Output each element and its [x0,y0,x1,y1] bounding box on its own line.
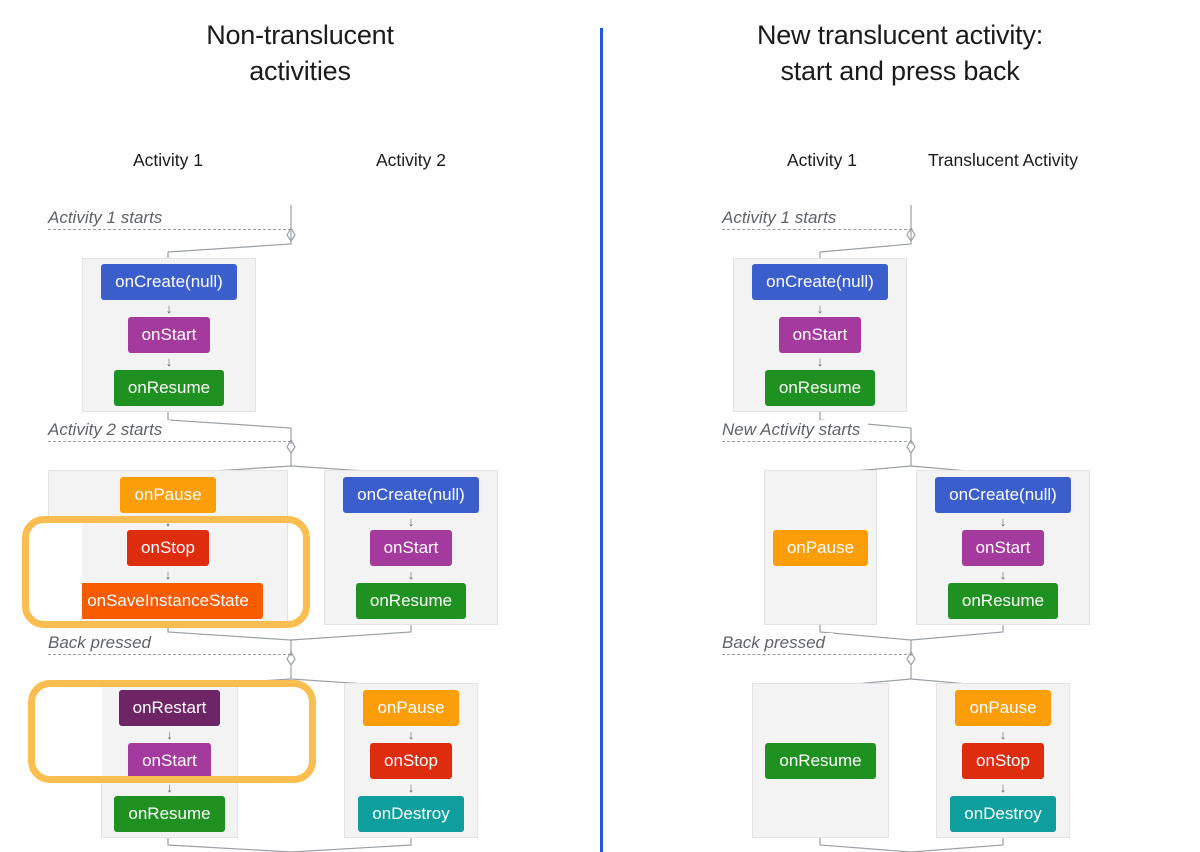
left-column-header-activity-2: Activity 2 [375,150,447,170]
right-stage1-activity1-group: onCreate(null) ↓ onStart ↓ onResume [733,258,907,412]
right-event-label-2: New Activity starts [722,420,869,440]
right-event-dash-1 [722,229,912,230]
vertical-divider [600,28,603,852]
flow-arrow-icon: ↓ [999,726,1007,742]
flow-arrow-icon: ↓ [407,726,415,742]
highlight-backdrop [288,520,312,626]
right-event-back-pressed: Back pressed [722,633,912,667]
flow-arrow-icon: ↓ [816,354,824,369]
left-stage2-activity2-group: onCreate(null) ↓ onStart ↓ onResume [324,470,498,625]
left-diagram-panel: Non-translucent activities Activity 1 Ac… [0,0,600,852]
callback-box-onrestart: onRestart [118,689,221,726]
right-stage3-activity1-group: onResume [752,683,889,838]
callback-box-onstart: onStart [128,742,211,779]
right-title-line-1: New translucent activity: [756,20,1044,50]
left-stage3-activity2-group: onPause ↓ onStop ↓ onDestroy [344,683,478,838]
left-stage1-activity1-group: onCreate(null) ↓ onStart ↓ onResume [82,258,256,412]
callback-box-oncreate: onCreate(null) [752,264,888,300]
callback-box-onsaveinstancestate: onSaveInstanceState [73,582,263,619]
callback-box-onpause: onPause [120,476,216,513]
right-diagram-panel: New translucent activity: start and pres… [600,0,1200,852]
highlight-backdrop [238,684,312,779]
left-event-dash-2 [48,441,291,442]
callback-box-ondestroy: onDestroy [358,795,464,832]
flow-arrow-icon: ↓ [407,566,415,582]
callback-box-onpause: onPause [363,689,459,726]
right-column-header-activity-1: Activity 1 [786,150,858,170]
left-event-label-1: Activity 1 starts [48,208,171,228]
callback-box-oncreate: onCreate(null) [935,476,1071,513]
diagram-canvas: Non-translucent activities Activity 1 Ac… [0,0,1200,852]
callback-box-onresume: onResume [355,582,467,619]
left-event-activity-1-starts: Activity 1 starts [48,208,291,242]
callback-box-onstop: onStop [370,742,452,779]
left-column-header-activity-1: Activity 1 [132,150,204,170]
right-title-line-2: start and press back [780,55,1020,86]
left-stage2-activity1-group: onPause ↓ onStop ↓ onSaveInstanceState [48,470,288,625]
left-event-label-3: Back pressed [48,633,159,653]
flow-arrow-icon: ↓ [999,513,1007,529]
right-event-new-activity-starts: New Activity starts [722,420,912,454]
left-event-activity-2-starts: Activity 2 starts [48,420,291,454]
flow-arrow-icon: ↓ [165,354,173,369]
highlight-backdrop [32,684,102,779]
left-event-label-2: Activity 2 starts [48,420,171,440]
flow-arrow-icon: ↓ [999,566,1007,582]
left-stage3-activity1-group: onRestart ↓ onStart ↓ onResume [101,683,238,838]
right-event-dash-2 [722,441,912,442]
callback-box-onstop: onStop [962,742,1044,779]
right-column-header-translucent-activity: Translucent Activity [927,150,1079,170]
callback-box-onresume: onResume [947,582,1059,619]
callback-box-onresume: onResume [764,370,876,406]
left-event-dash-1 [48,229,291,230]
callback-box-oncreate: onCreate(null) [343,476,479,513]
flow-arrow-icon: ↓ [407,779,415,795]
callback-box-onpause: onPause [772,529,869,566]
right-event-label-3: Back pressed [722,633,833,653]
callback-box-onstart: onStart [127,317,211,353]
right-stage2-translucent-group: onCreate(null) ↓ onStart ↓ onResume [916,470,1090,625]
callback-box-onresume: onResume [113,370,225,406]
flow-arrow-icon: ↓ [164,513,172,529]
left-event-back-pressed: Back pressed [48,633,291,667]
callback-box-onstart: onStart [778,317,862,353]
flow-arrow-icon: ↓ [999,779,1007,795]
flow-arrow-icon: ↓ [166,726,173,742]
right-stage3-translucent-group: onPause ↓ onStop ↓ onDestroy [936,683,1070,838]
flow-arrow-icon: ↓ [165,301,173,316]
right-title: New translucent activity: start and pres… [600,18,1200,89]
callback-box-onstop: onStop [127,529,209,566]
left-title-line-1: Non-translucent [206,20,394,50]
left-title-line-2: activities [249,55,351,86]
flow-arrow-icon: ↓ [816,301,824,316]
left-event-dash-3 [48,654,291,655]
callback-box-onresume: onResume [765,742,876,779]
flow-arrow-icon: ↓ [164,566,172,582]
right-event-dash-3 [722,654,912,655]
callback-box-oncreate: onCreate(null) [101,264,237,300]
callback-box-onstart: onStart [961,529,1045,566]
callback-box-onpause: onPause [955,689,1051,726]
left-title: Non-translucent activities [0,18,600,89]
highlight-backdrop [24,520,82,626]
right-event-activity-1-starts: Activity 1 starts [722,208,912,242]
right-stage2-activity1-group: onPause [764,470,877,625]
callback-box-ondestroy: onDestroy [950,795,1056,832]
callback-box-onresume: onResume [114,795,225,832]
callback-box-onstart: onStart [369,529,453,566]
flow-arrow-icon: ↓ [166,779,173,795]
right-event-label-1: Activity 1 starts [722,208,845,228]
flow-arrow-icon: ↓ [407,513,415,529]
